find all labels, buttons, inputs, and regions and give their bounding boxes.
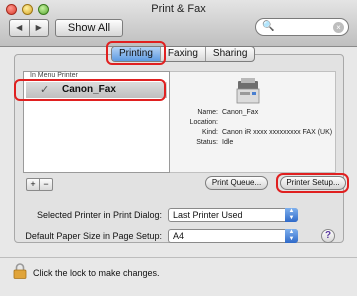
detail-kind-row: Kind: Canon iR xxxx xxxxxxxxx FAX (UK) [178,129,346,139]
selected-printer-label: Selected Printer in Print Dialog: [36,210,162,220]
add-remove-control: + − [26,178,53,191]
printer-list-header: In Menu Printer [30,72,78,79]
back-arrow-icon[interactable]: ◀ [10,20,30,36]
highlight-printing-tab [106,41,166,65]
popup-arrows-icon: ▲ ▼ [285,229,298,243]
tab-faxing[interactable]: Faxing [159,47,205,61]
detail-value: Canon iR xxxx xxxxxxxxx FAX (UK) [222,129,333,136]
tab-sharing[interactable]: Sharing [204,47,254,61]
detail-label: Status: [196,139,218,146]
search-icon: 🔍 [262,21,275,32]
detail-label: Name: [197,109,218,116]
remove-printer-button[interactable]: − [40,179,52,190]
popup-arrows-icon: ▲ ▼ [285,208,298,222]
detail-location-row: Location: [178,119,346,129]
lock-message: Click the lock to make changes. [33,268,160,278]
window-title: Print & Fax [151,3,206,15]
paper-size-label: Default Paper Size in Page Setup: [25,231,162,241]
back-forward-control: ◀ ▶ [9,19,49,37]
title-bar: Print & Fax ◀ ▶ Show All 🔍 × [0,0,357,47]
detail-label: Location: [189,119,218,126]
selected-printer-value: Last Printer Used [173,210,243,220]
forward-arrow-icon[interactable]: ▶ [30,20,49,36]
add-printer-button[interactable]: + [27,179,40,190]
help-icon[interactable]: ? [321,229,335,243]
clear-search-icon[interactable]: × [333,22,344,33]
detail-status-row: Status: Idle [178,139,346,149]
divider [0,257,357,258]
highlight-printer-row [14,79,166,101]
print-queue-button[interactable]: Print Queue... [205,176,268,190]
detail-name-row: Name: Canon_Fax [178,109,346,119]
selected-printer-popup[interactable]: Last Printer Used ▲ ▼ [168,208,298,222]
detail-label: Kind: [202,129,218,136]
show-all-button[interactable]: Show All [55,19,123,37]
search-field[interactable]: 🔍 × [255,18,349,36]
highlight-printer-setup [276,173,349,193]
lock-icon[interactable] [13,263,27,279]
paper-size-popup[interactable]: A4 ▲ ▼ [168,229,298,243]
paper-size-value: A4 [173,231,185,241]
search-input[interactable] [274,21,326,33]
fax-printer-icon [236,78,260,104]
detail-value: Idle [222,139,234,146]
detail-value: Canon_Fax [222,109,259,116]
